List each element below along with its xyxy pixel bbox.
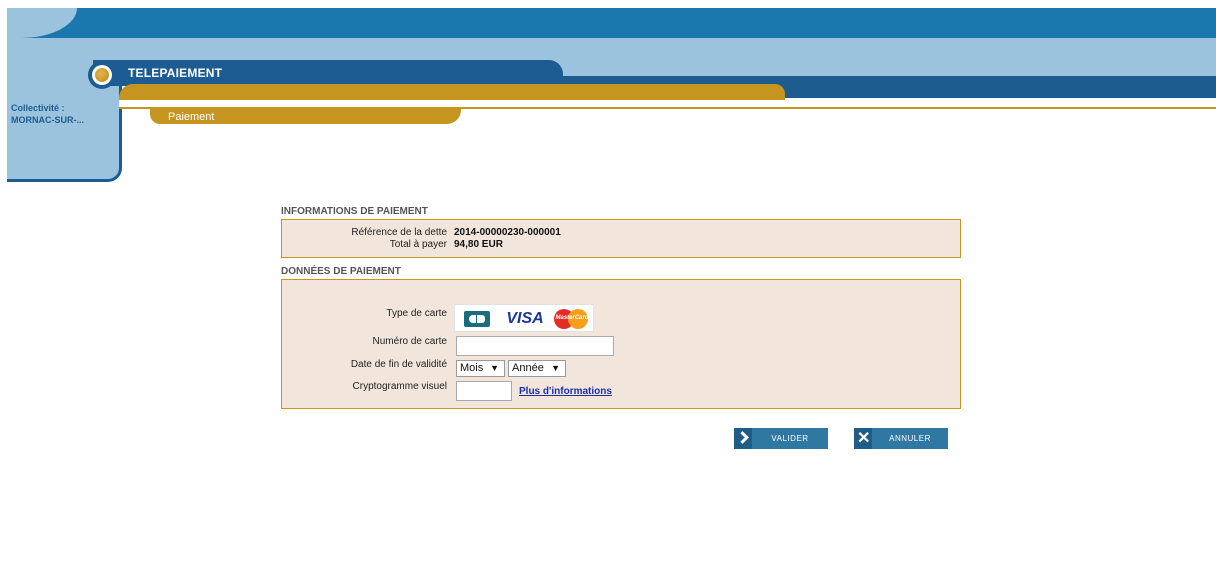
- close-icon: ✕: [854, 428, 872, 449]
- cvv-input[interactable]: [456, 381, 512, 401]
- payment-info-box: [281, 219, 961, 258]
- cancel-button-label: ANNULER: [889, 434, 931, 443]
- gold-band: [119, 84, 785, 100]
- mastercard-icon[interactable]: MasterCard: [552, 308, 592, 330]
- card-type-label: Type de carte: [386, 308, 447, 319]
- cancel-button[interactable]: ✕ ANNULER: [854, 428, 948, 449]
- validate-button[interactable]: VALIDER: [734, 428, 828, 449]
- page-title: TELEPAIEMENT: [128, 66, 223, 80]
- bullet-icon: [95, 68, 109, 82]
- side-panel: [7, 76, 122, 182]
- chevron-down-icon: ▼: [551, 363, 560, 373]
- card-type-selector: VISA MasterCard: [454, 304, 594, 332]
- collectivite-info: Collectivité : MORNAC-SUR-...: [11, 102, 84, 126]
- total-value: 94,80 EUR: [454, 239, 503, 250]
- validate-button-label: VALIDER: [771, 434, 809, 443]
- collectivite-label: Collectivité :: [11, 103, 65, 113]
- expiry-year-value: Année: [512, 362, 544, 374]
- card-number-label: Numéro de carte: [372, 336, 447, 347]
- total-label: Total à payer: [389, 239, 447, 250]
- more-info-link[interactable]: Plus d'informations: [519, 386, 612, 397]
- visa-icon[interactable]: VISA: [502, 308, 548, 330]
- expiry-label: Date de fin de validité: [350, 359, 447, 370]
- tab-paiement-label: Paiement: [168, 111, 215, 123]
- expiry-month-value: Mois: [460, 362, 484, 374]
- collectivite-value: MORNAC-SUR-...: [11, 115, 84, 125]
- payment-data-title: DONNÉES DE PAIEMENT: [281, 266, 401, 277]
- mastercard-text: MasterCard: [555, 315, 589, 321]
- cb-icon[interactable]: [464, 311, 490, 327]
- header-top-band: [7, 8, 1216, 38]
- chevron-down-icon: ▼: [490, 363, 499, 373]
- chevron-right-icon: [734, 428, 752, 449]
- reference-label: Référence de la dette: [351, 227, 447, 238]
- expiry-month-select[interactable]: Mois ▼: [456, 360, 505, 377]
- card-number-input[interactable]: [456, 336, 614, 356]
- payment-info-title: INFORMATIONS DE PAIEMENT: [281, 206, 428, 217]
- expiry-year-select[interactable]: Année ▼: [508, 360, 566, 377]
- cvv-label: Cryptogramme visuel: [352, 381, 447, 392]
- reference-value: 2014-00000230-000001: [454, 227, 561, 238]
